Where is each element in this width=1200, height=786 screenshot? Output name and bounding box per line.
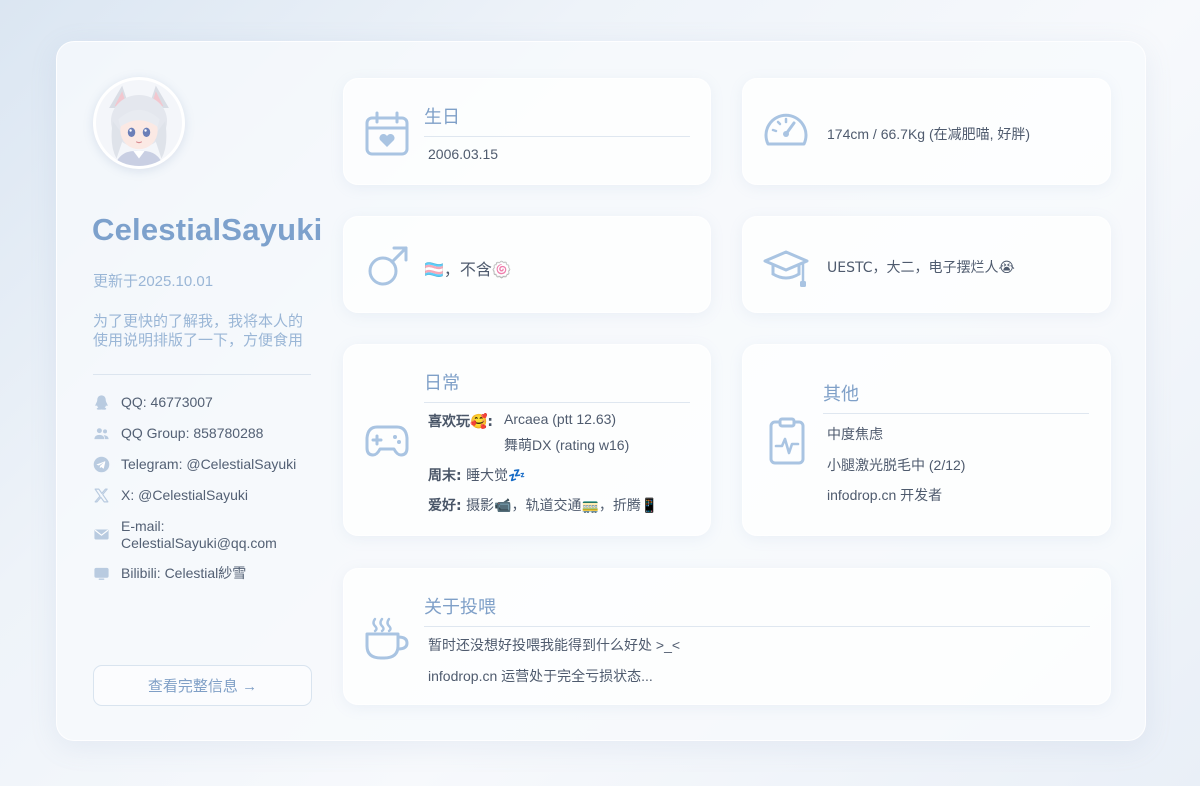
contact-bilibili[interactable]: Bilibili: Celestial紗雪 — [93, 565, 323, 582]
donate-card: 关于投喂 暂时还没想好投喂我能得到什么好处 >_< infodrop.cn 运营… — [343, 568, 1111, 705]
contact-qq-group[interactable]: QQ Group: 858780288 — [93, 425, 323, 442]
contact-email-text: E-mail: CelestialSayuki@qq.com — [121, 518, 277, 551]
clipboard-pulse-icon — [769, 417, 805, 465]
sidebar: CelestialSayuki 更新于2025.10.01 为了更快的了解我，我… — [57, 42, 337, 740]
male-symbol-icon — [366, 244, 410, 288]
education-card: UESTC，大二，电子摆烂人😭 — [742, 216, 1111, 313]
contact-x-text: X: @CelestialSayuki — [121, 487, 249, 503]
other-item-anxiety: 中度焦虑 — [827, 426, 883, 442]
contact-qq[interactable]: QQ: 46773007 — [93, 394, 323, 411]
view-full-info-button[interactable]: 查看完整信息 → — [93, 665, 312, 706]
daily-likes-maimai: 舞萌DX (rating w16) — [504, 437, 630, 453]
other-card: 其他 中度焦虑 小腿激光脱毛中 (2/12) infodrop.cn 开发者 — [742, 344, 1111, 536]
other-item-laser: 小腿激光脱毛中 (2/12) — [827, 457, 966, 473]
other-item-developer: infodrop.cn 开发者 — [827, 487, 943, 503]
daily-hobby: 爱好: 摄影📹，轨道交通🚃，折腾📱 — [428, 498, 659, 514]
daily-title: 日常 — [424, 369, 690, 403]
calendar-heart-icon — [364, 111, 410, 157]
username: CelestialSayuki — [92, 212, 323, 247]
other-title: 其他 — [823, 380, 1089, 414]
daily-likes-label: 喜欢玩🥰: — [428, 414, 494, 430]
contact-list: QQ: 46773007 QQ Group: 858780288 Telegra… — [93, 394, 323, 582]
contact-email[interactable]: E-mail: CelestialSayuki@qq.com — [93, 518, 323, 552]
tv-screen-icon — [93, 565, 110, 582]
updated-date: 更新于2025.10.01 — [93, 273, 214, 290]
contact-x[interactable]: X: @CelestialSayuki — [93, 487, 323, 504]
daily-weekend: 周末: 睡大觉💤 — [428, 468, 526, 484]
contact-qq-group-text: QQ Group: 858780288 — [121, 425, 264, 441]
birthday-title: 生日 — [424, 103, 690, 137]
email-icon — [93, 526, 110, 543]
gender-value: 🏳️‍⚧️，不含🍥 — [424, 260, 512, 279]
daily-likes-arcaea: Arcaea (ptt 12.63) — [504, 411, 617, 427]
contact-telegram[interactable]: Telegram: @CelestialSayuki — [93, 456, 323, 473]
sidebar-divider — [93, 374, 311, 375]
qq-penguin-icon — [93, 394, 110, 411]
daily-card: 日常 喜欢玩🥰: Arcaea (ptt 12.63) 舞萌DX (rating… — [343, 344, 711, 536]
telegram-icon — [93, 456, 110, 473]
x-logo-icon — [93, 487, 110, 504]
contact-qq-text: QQ: 46773007 — [121, 394, 213, 410]
contact-telegram-text: Telegram: @CelestialSayuki — [121, 456, 297, 472]
donate-title: 关于投喂 — [424, 593, 1090, 627]
group-users-icon — [93, 425, 110, 442]
gamepad-icon — [365, 424, 409, 458]
donate-line-1: 暂时还没想好投喂我能得到什么好处 >_< — [428, 637, 681, 653]
donate-line-2: infodrop.cn 运营处于完全亏损状态... — [428, 668, 653, 684]
graduation-cap-icon — [763, 248, 809, 290]
birthday-card: 生日 2006.03.15 — [343, 78, 711, 185]
body-stats-value: 174cm / 66.7Kg (在减肥喵, 好胖) — [827, 126, 1031, 142]
body-stats-card: 174cm / 66.7Kg (在减肥喵, 好胖) — [742, 78, 1111, 185]
avatar-image — [96, 80, 182, 166]
gender-card: 🏳️‍⚧️，不含🍥 — [343, 216, 711, 313]
speedometer-icon — [763, 110, 809, 150]
education-value: UESTC，大二，电子摆烂人😭 — [827, 260, 1015, 276]
avatar — [93, 77, 185, 169]
coffee-cup-icon — [364, 616, 410, 660]
contact-bilibili-text: Bilibili: Celestial紗雪 — [121, 565, 247, 581]
profile-description: 为了更快的了解我，我将本人的使用说明排版了一下，方便食用 — [93, 313, 304, 349]
birthday-value: 2006.03.15 — [428, 146, 499, 162]
profile-card: CelestialSayuki 更新于2025.10.01 为了更快的了解我，我… — [56, 41, 1146, 741]
